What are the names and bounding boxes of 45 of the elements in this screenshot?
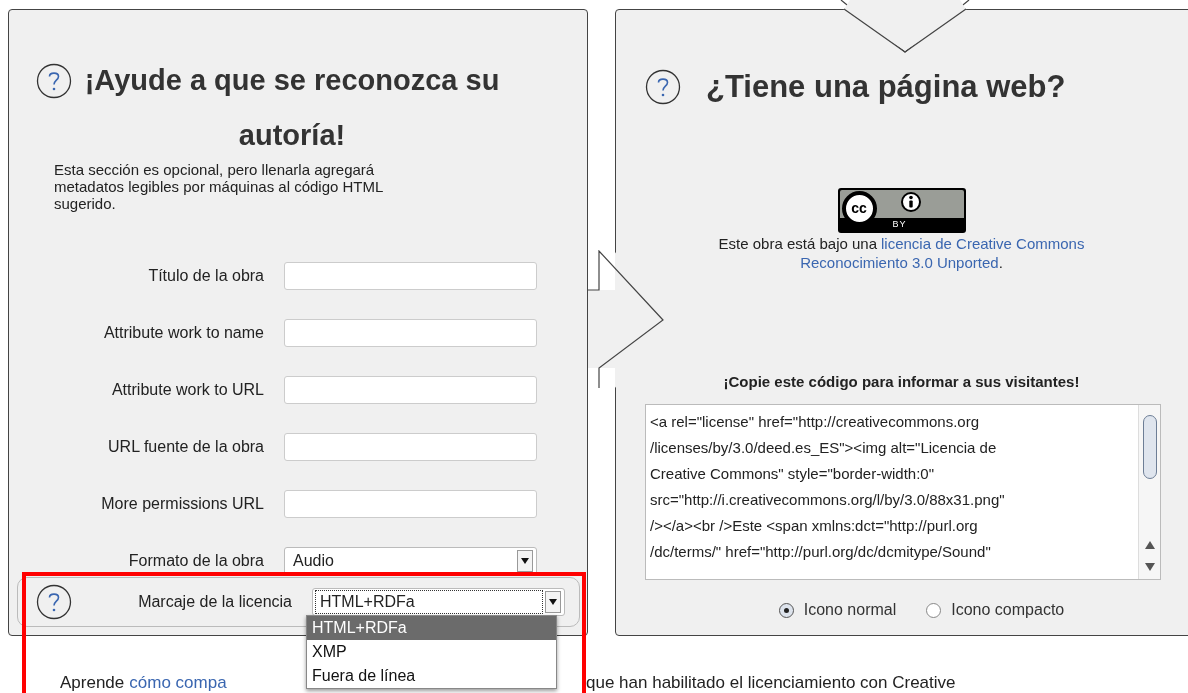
code-line: src="http://i.creativecommons.org/l/by/3.0/88x31.png" xyxy=(650,490,1006,510)
field-label: More permissions URL xyxy=(100,494,265,514)
scroll-down-icon[interactable] xyxy=(1144,563,1155,571)
dropdown-option[interactable]: Fuera de línea xyxy=(307,664,556,688)
footer-text: que han habilitado el licenciamiento con Creative xyxy=(586,672,956,693)
scrollbar[interactable] xyxy=(1138,405,1160,579)
text-field[interactable] xyxy=(284,262,537,290)
code-line: <a rel="license" href="http://creativecommons.org xyxy=(650,412,981,432)
markup-select[interactable]: HTML+RDFa xyxy=(312,588,565,616)
help-icon[interactable] xyxy=(645,69,681,106)
scrollbar-thumb[interactable] xyxy=(1142,415,1157,479)
dropdown-option[interactable]: XMP xyxy=(307,640,556,664)
field-label: Attribute work to name xyxy=(102,323,265,343)
radio-label: Icono normal xyxy=(803,600,897,620)
section-description: Esta sección es opcional, pero llenarla agregará metadatos legibles por máquinas al código HTML sugerido. xyxy=(54,161,384,212)
license-link[interactable]: licencia de Creative Commons xyxy=(881,233,1085,253)
section-heading: ¡Ayude a que se reconozca su autoría! xyxy=(83,63,501,153)
text-field[interactable] xyxy=(284,490,537,518)
text-field[interactable] xyxy=(284,433,537,461)
scroll-up-icon[interactable] xyxy=(1144,541,1155,549)
text-field[interactable] xyxy=(284,376,537,404)
section-heading: ¿Tiene una página web? xyxy=(706,68,1066,106)
radio-label: Icono compacto xyxy=(951,600,1065,620)
code-line: /dc/terms/" href="http://purl.org/dc/dcmitype/Sound" xyxy=(650,542,992,562)
field-label: Marcaje de la licencia xyxy=(137,592,293,612)
code-line: Creative Commons" style="border-width:0" xyxy=(650,464,935,484)
license-notice: Este obra está bajo una xyxy=(718,233,877,253)
help-icon[interactable] xyxy=(36,63,72,99)
format-select[interactable]: Audio xyxy=(284,547,537,575)
dropdown-option[interactable]: HTML+RDFa xyxy=(307,616,556,640)
code-box[interactable] xyxy=(645,404,1161,580)
field-label: Attribute work to URL xyxy=(110,380,265,400)
badge-label: BY xyxy=(892,217,907,230)
field-label: URL fuente de la obra xyxy=(107,437,265,457)
text-field[interactable] xyxy=(284,319,537,347)
code-line: /></a><br />Este <span xmlns:dct="http://purl.org xyxy=(650,516,979,536)
license-link[interactable]: Reconocimiento 3.0 Unported xyxy=(800,252,999,272)
code-heading: ¡Copie este código para informar a sus visitantes! xyxy=(723,371,1080,392)
field-label: Título de la obra xyxy=(147,266,265,286)
help-icon[interactable] xyxy=(36,584,72,620)
footer-link[interactable]: cómo compa xyxy=(129,670,227,693)
license-notice: . xyxy=(998,252,1003,272)
footer-text: Aprende xyxy=(60,672,125,693)
field-label: Formato de la obra xyxy=(127,551,265,571)
code-line: /licenses/by/3.0/deed.es_ES"><img alt="Licencia de xyxy=(650,438,998,458)
